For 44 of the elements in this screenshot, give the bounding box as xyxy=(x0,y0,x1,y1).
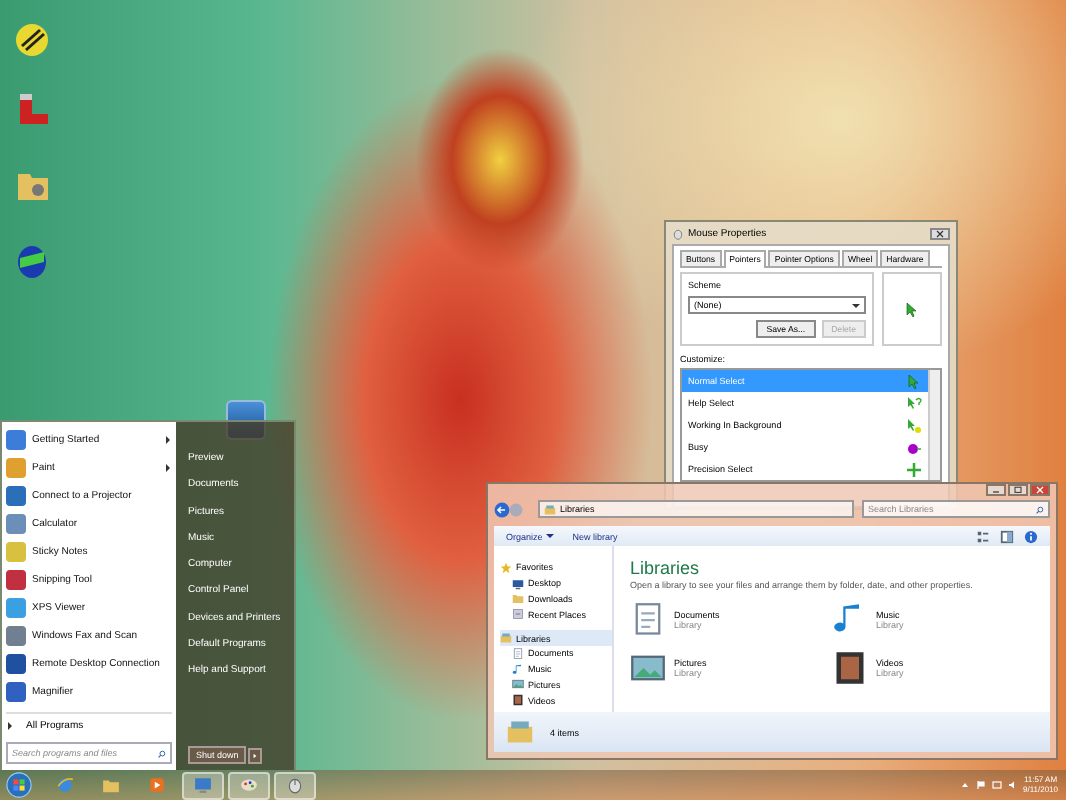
caret-icon xyxy=(546,532,555,540)
dropdown-arrow-icon xyxy=(852,301,860,309)
start-button[interactable] xyxy=(6,772,32,798)
minimize-icon[interactable] xyxy=(986,484,1006,496)
nav-icon xyxy=(500,561,512,574)
nav-icon xyxy=(512,694,524,707)
browser-icon xyxy=(56,776,74,794)
pointer-icon xyxy=(904,301,920,317)
nav-icon xyxy=(512,608,524,621)
taskbar-button[interactable] xyxy=(228,771,270,799)
view-icon[interactable] xyxy=(976,529,990,543)
preview-pane-icon[interactable] xyxy=(1000,529,1014,543)
taskbar-button[interactable] xyxy=(274,771,316,799)
folder-icon xyxy=(544,503,556,515)
palette-icon xyxy=(240,776,258,794)
volume-icon[interactable] xyxy=(1007,780,1017,790)
caret-icon[interactable] xyxy=(248,747,263,763)
library-icon xyxy=(832,650,868,686)
pointer-icon xyxy=(906,439,922,455)
media-player-icon xyxy=(148,776,166,794)
scrollbar[interactable] xyxy=(928,370,940,480)
flag-icon[interactable] xyxy=(975,780,985,790)
close-icon[interactable] xyxy=(930,227,950,239)
pointer-icon xyxy=(906,395,922,411)
maximize-icon[interactable] xyxy=(1008,484,1028,496)
library-icon xyxy=(630,602,666,638)
search-icon xyxy=(158,749,166,757)
mouse-icon xyxy=(286,776,304,794)
taskbar-button[interactable] xyxy=(182,771,224,799)
chevron-icon[interactable] xyxy=(959,780,969,790)
library-icon xyxy=(630,650,666,686)
pointer-icon xyxy=(906,461,922,477)
monitor-icon xyxy=(194,776,212,794)
network-icon[interactable] xyxy=(991,780,1001,790)
library-icon xyxy=(506,718,534,746)
desktop-shortcut-icon[interactable] xyxy=(12,20,52,60)
search-icon xyxy=(1036,505,1044,513)
mouse-icon xyxy=(672,227,684,239)
pointer-icon xyxy=(906,373,922,389)
close-icon[interactable] xyxy=(1030,484,1050,496)
pointer-icon xyxy=(906,417,922,433)
help-icon[interactable] xyxy=(1024,529,1038,543)
page-heading: Libraries xyxy=(630,558,702,578)
expand-arrow-icon xyxy=(6,722,14,730)
